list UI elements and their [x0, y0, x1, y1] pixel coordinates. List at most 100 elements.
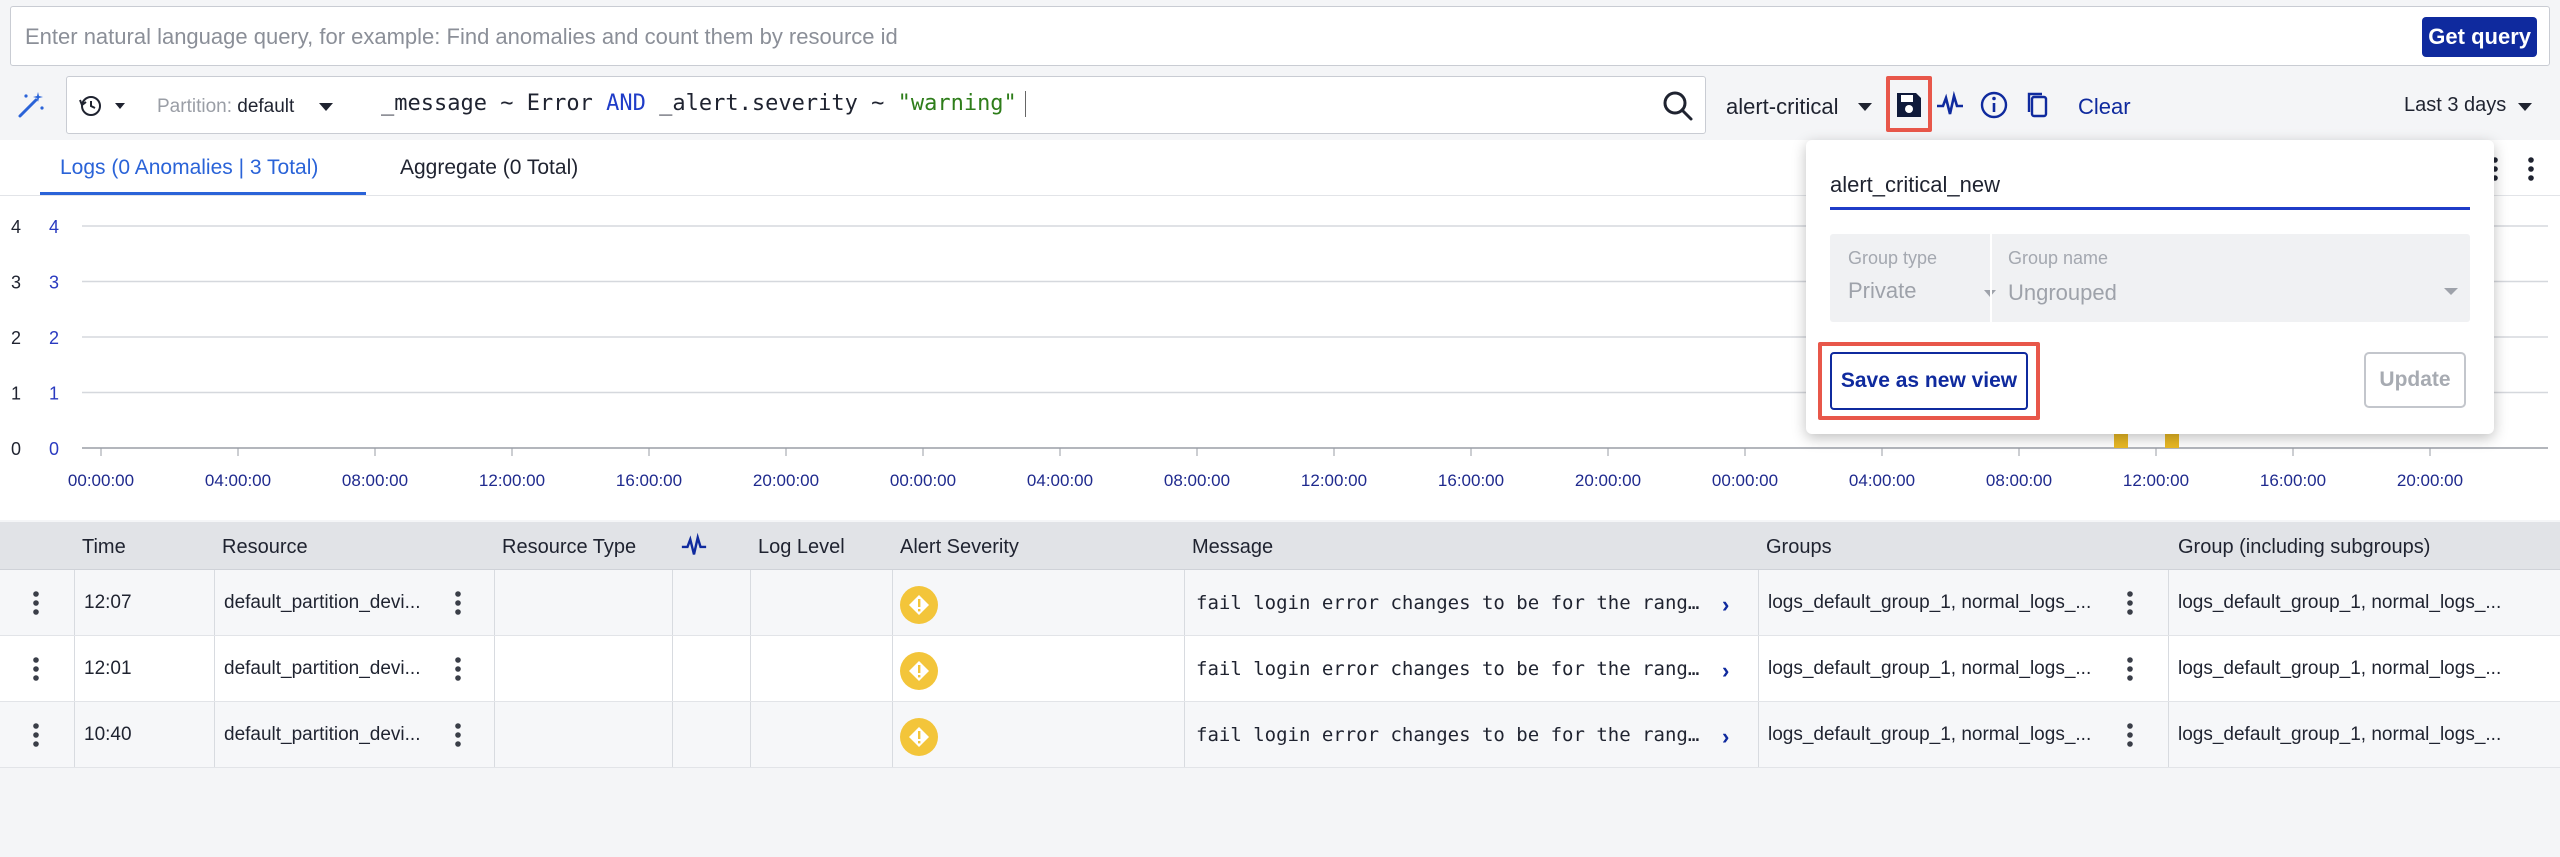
expand-message-icon[interactable]: › — [1722, 658, 1729, 684]
column-divider — [2168, 570, 2169, 635]
query-input[interactable]: Partition: default _message ~ Error AND … — [66, 76, 1706, 134]
header-resource-type[interactable]: Resource Type — [502, 536, 636, 559]
warning-severity-icon — [900, 586, 938, 624]
column-divider — [1184, 570, 1185, 635]
tab-aggregate[interactable]: Aggregate (0 Total) — [400, 156, 578, 180]
save-view-button[interactable] — [1893, 88, 1925, 122]
x-tick-label: 20:00:00 — [1575, 471, 1641, 490]
y-tick-label-right: 2 — [49, 328, 59, 348]
partition-select[interactable]: Partition: default — [157, 96, 294, 118]
partition-caret-icon[interactable] — [319, 103, 333, 111]
header-groups[interactable]: Groups — [1766, 536, 1832, 559]
x-tick-label: 12:00:00 — [479, 471, 545, 490]
time-range-select[interactable]: Last 3 days — [2404, 94, 2506, 117]
x-tick-label: 12:00:00 — [2123, 471, 2189, 490]
x-tick-label: 04:00:00 — [1849, 471, 1915, 490]
row-menu-icon[interactable] — [454, 590, 462, 616]
cell-resource: default_partition_devi... — [224, 658, 421, 679]
expand-message-icon[interactable]: › — [1722, 724, 1729, 750]
nl-query-input[interactable]: Enter natural language query, for exampl… — [10, 6, 2550, 66]
table-row[interactable]: 12:01 default_partition_devi... fail login… — [0, 636, 2560, 702]
time-range-caret-icon[interactable] — [2518, 103, 2532, 111]
header-group-subgroups[interactable]: Group (including subgroups) — [2178, 536, 2430, 559]
x-tick-label: 16:00:00 — [616, 471, 682, 490]
group-type-select[interactable]: Private — [1848, 278, 1916, 304]
column-divider — [494, 570, 495, 635]
header-message[interactable]: Message — [1192, 536, 1273, 559]
row-menu-icon[interactable] — [32, 722, 40, 748]
logs-table: Time Resource Resource Type Log Level Al… — [0, 522, 2560, 768]
x-tick-label: 00:00:00 — [68, 471, 134, 490]
cell-resource: default_partition_devi... — [224, 724, 421, 745]
x-tick-label: 12:00:00 — [1301, 471, 1367, 490]
row-menu-icon[interactable] — [454, 656, 462, 682]
x-tick-label: 04:00:00 — [1027, 471, 1093, 490]
info-button[interactable] — [1978, 88, 2010, 122]
cell-subgroups: logs_default_group_1, normal_logs_... — [2178, 592, 2502, 613]
row-menu-icon[interactable] — [2126, 656, 2134, 682]
anomaly-column-icon[interactable] — [680, 532, 708, 560]
anomaly-button[interactable] — [1934, 88, 1966, 122]
column-divider — [214, 636, 215, 701]
x-tick-label: 16:00:00 — [2260, 471, 2326, 490]
column-divider — [494, 636, 495, 701]
header-resource[interactable]: Resource — [222, 536, 308, 559]
column-divider — [74, 702, 75, 767]
y-tick-label-right: 4 — [49, 217, 59, 237]
cell-subgroups: logs_default_group_1, normal_logs_... — [2178, 724, 2502, 745]
group-name-select[interactable]: Ungrouped — [2008, 280, 2117, 306]
query-text[interactable]: _message ~ Error AND _alert.severity ~ "… — [381, 91, 1026, 117]
row-menu-icon[interactable] — [2126, 722, 2134, 748]
expand-message-icon[interactable]: › — [1722, 592, 1729, 618]
save-as-new-view-button[interactable]: Save as new view — [1830, 352, 2028, 410]
more-options-icon[interactable] — [2526, 156, 2536, 182]
column-divider — [1184, 702, 1185, 767]
table-row[interactable]: 12:07 default_partition_devi... fail login… — [0, 570, 2560, 636]
tab-logs[interactable]: Logs (0 Anomalies | 3 Total) — [60, 156, 318, 180]
cell-time: 12:07 — [84, 592, 132, 613]
get-query-button[interactable]: Get query — [2422, 17, 2537, 57]
column-divider — [750, 570, 751, 635]
x-tick-label: 04:00:00 — [205, 471, 271, 490]
column-divider — [672, 702, 673, 767]
y-tick-label-left: 1 — [11, 384, 21, 404]
query-toolbar: Partition: default _message ~ Error AND … — [0, 72, 2560, 140]
saved-view-caret-icon[interactable] — [1858, 103, 1872, 111]
row-menu-icon[interactable] — [2126, 590, 2134, 616]
pulse-icon — [1937, 90, 1963, 115]
saved-view-select[interactable]: alert-critical — [1726, 94, 1838, 120]
histogram-bar[interactable] — [2165, 434, 2179, 448]
row-menu-icon[interactable] — [32, 656, 40, 682]
column-divider — [892, 702, 893, 767]
column-divider — [214, 702, 215, 767]
group-name-caret-icon[interactable] — [2444, 288, 2458, 295]
clear-button[interactable]: Clear — [2078, 94, 2131, 120]
group-fields: Group type Private Group name Ungrouped — [1830, 234, 2470, 322]
y-tick-label-right: 3 — [49, 273, 59, 293]
group-name-label: Group name — [2008, 248, 2109, 268]
column-divider — [494, 702, 495, 767]
x-tick-label: 00:00:00 — [890, 471, 956, 490]
update-button[interactable]: Update — [2364, 352, 2466, 408]
y-tick-label-right: 1 — [49, 384, 59, 404]
header-time[interactable]: Time — [82, 536, 126, 559]
y-tick-label-left: 0 — [11, 439, 21, 459]
field-separator — [1990, 234, 1992, 322]
magic-wand-icon[interactable] — [16, 90, 46, 120]
cell-time: 12:01 — [84, 658, 132, 679]
header-log-level[interactable]: Log Level — [758, 536, 845, 559]
y-tick-label-left: 4 — [11, 217, 21, 237]
x-tick-label: 16:00:00 — [1438, 471, 1504, 490]
column-divider — [74, 636, 75, 701]
column-divider — [2168, 702, 2169, 767]
search-icon[interactable] — [1661, 89, 1695, 123]
history-icon[interactable] — [77, 91, 137, 121]
view-name-input[interactable]: alert_critical_new — [1830, 170, 2470, 210]
histogram-bar[interactable] — [2114, 434, 2128, 448]
row-menu-icon[interactable] — [454, 722, 462, 748]
table-row[interactable]: 10:40 default_partition_devi... fail login… — [0, 702, 2560, 768]
row-menu-icon[interactable] — [32, 590, 40, 616]
header-alert-severity[interactable]: Alert Severity — [900, 536, 1019, 559]
copy-button[interactable] — [2022, 88, 2054, 122]
x-tick-label: 00:00:00 — [1712, 471, 1778, 490]
